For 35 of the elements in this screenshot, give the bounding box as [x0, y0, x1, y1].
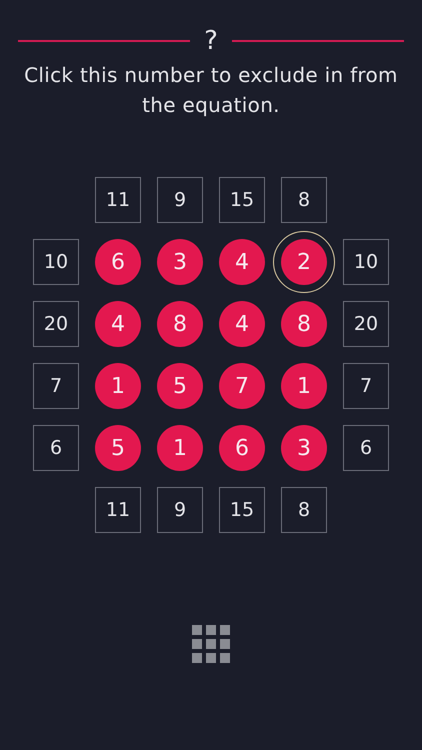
column-sum: 8: [281, 487, 327, 533]
number-circle[interactable]: 3: [281, 425, 327, 471]
number-circle[interactable]: 5: [157, 363, 203, 409]
column-sum: 11: [95, 487, 141, 533]
number-circle[interactable]: 4: [219, 239, 265, 285]
number-circle[interactable]: 3: [157, 239, 203, 285]
number-circle[interactable]: 6: [219, 425, 265, 471]
column-sum: 8: [281, 177, 327, 223]
number-circle[interactable]: 1: [281, 363, 327, 409]
column-sum: 9: [157, 487, 203, 533]
row-sum: 20: [343, 301, 389, 347]
number-circle[interactable]: 4: [95, 301, 141, 347]
row-sum: 10: [343, 239, 389, 285]
row-sum: 7: [33, 363, 79, 409]
number-circle[interactable]: 2: [281, 239, 327, 285]
hint-title: ?: [204, 26, 218, 56]
column-sum: 9: [157, 177, 203, 223]
number-circle[interactable]: 4: [219, 301, 265, 347]
number-circle[interactable]: 1: [157, 425, 203, 471]
column-sum: 15: [219, 487, 265, 533]
number-circle[interactable]: 1: [95, 363, 141, 409]
grid-menu-icon[interactable]: [192, 625, 230, 663]
column-sum: 15: [219, 177, 265, 223]
row-sum: 6: [33, 425, 79, 471]
column-sum: 11: [95, 177, 141, 223]
row-sum: 20: [33, 301, 79, 347]
row-sum: 6: [343, 425, 389, 471]
row-sum: 7: [343, 363, 389, 409]
number-circle[interactable]: 7: [219, 363, 265, 409]
row-sum: 10: [33, 239, 79, 285]
number-circle[interactable]: 5: [95, 425, 141, 471]
number-circle[interactable]: 8: [281, 301, 327, 347]
number-circle[interactable]: 8: [157, 301, 203, 347]
instruction-text: Click this number to exclude in from the equation.: [23, 62, 399, 119]
number-circle[interactable]: 6: [95, 239, 141, 285]
